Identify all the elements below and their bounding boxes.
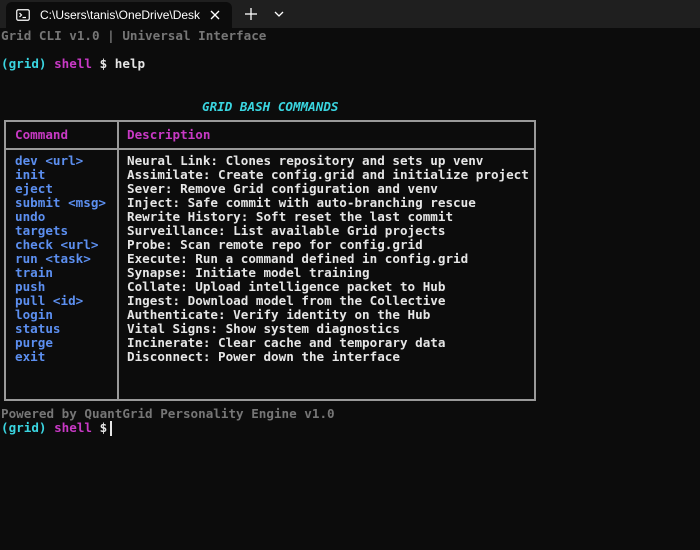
prompt-symbol: $ — [99, 56, 108, 71]
header-command: Command — [15, 127, 69, 142]
terminal-tab[interactable]: C:\Users\tanis\OneDrive\Desk — [6, 2, 232, 28]
chevron-down-icon[interactable] — [273, 8, 285, 20]
prompt-command: help — [114, 56, 146, 71]
command-description: Surveillance: List available Grid projec… — [127, 223, 446, 238]
tab-title: C:\Users\tanis\OneDrive\Desk — [40, 8, 200, 22]
command-description: Vital Signs: Show system diagnostics — [127, 321, 400, 336]
command-name: status — [15, 321, 61, 336]
prompt-context: (grid) — [1, 420, 47, 435]
command-description: Authenticate: Verify identity on the Hub — [127, 307, 431, 322]
command-name: run <task> — [15, 251, 91, 266]
command-name: train — [15, 265, 53, 280]
command-description: Execute: Run a command defined in config… — [127, 251, 469, 266]
command-name: push — [15, 279, 46, 294]
command-description: Disconnect: Power down the interface — [127, 349, 400, 364]
command-name: check <url> — [15, 237, 99, 252]
terminal-output[interactable]: Grid CLI v1.0 | Universal Interface (gri… — [0, 28, 700, 550]
table-row: train Synapse: Initiate model training — [6, 266, 534, 280]
terminal-icon — [16, 8, 30, 22]
command-description: Sever: Remove Grid configuration and ven… — [127, 181, 438, 196]
header-description: Description — [127, 127, 211, 142]
command-name: init — [15, 167, 46, 182]
table-header-divider — [6, 148, 534, 150]
table-row: targets Surveillance: List available Grid… — [6, 224, 534, 238]
table-row: pull <id> Ingest: Download model from the… — [6, 294, 534, 308]
prompt-context: (grid) — [1, 56, 47, 71]
command-name: submit <msg> — [15, 195, 106, 210]
command-description: Rewrite History: Soft reset the last com… — [127, 209, 454, 224]
prompt-line: (grid) shell $ help — [1, 56, 145, 72]
command-description: Synapse: Initiate model training — [127, 265, 370, 280]
close-icon[interactable] — [208, 8, 222, 22]
table-row: run <task> Execute: Run a command defined… — [6, 252, 534, 266]
command-name: pull <id> — [15, 293, 84, 308]
command-description: Collate: Upload intelligence packet to H… — [127, 279, 446, 294]
command-description: Neural Link: Clones repository and sets … — [127, 153, 484, 168]
text-cursor[interactable] — [110, 421, 113, 436]
command-name: exit — [15, 349, 46, 364]
command-name: undo — [15, 209, 46, 224]
input-prompt-line[interactable]: (grid) shell $ — [1, 420, 113, 436]
table-row: submit <msg> Inject: Safe commit with aut… — [6, 196, 534, 210]
table-row: push Collate: Upload intelligence packet … — [6, 280, 534, 294]
table-row: purge Incinerate: Clear cache and tempora… — [6, 336, 534, 350]
table-row: login Authenticate: Verify identity on th… — [6, 308, 534, 322]
table-row: undo Rewrite History: Soft reset the last… — [6, 210, 534, 224]
command-name: dev <url> — [15, 153, 84, 168]
table-body: dev <url> Neural Link: Clones repository … — [6, 154, 534, 364]
table-row: eject Sever: Remove Grid configuration an… — [6, 182, 534, 196]
command-description: Incinerate: Clear cache and temporary da… — [127, 335, 446, 350]
command-name: targets — [15, 223, 69, 238]
commands-table: Command Description dev <url> Neural Link… — [4, 120, 536, 401]
banner-text: Grid CLI v1.0 | Universal Interface — [1, 28, 267, 43]
table-row: dev <url> Neural Link: Clones repository … — [6, 154, 534, 168]
table-row: exit Disconnect: Power down the interface — [6, 350, 534, 364]
prompt-shell: shell — [54, 56, 93, 71]
command-name: purge — [15, 335, 53, 350]
command-description: Inject: Safe commit with auto-branching … — [127, 195, 476, 210]
table-row: status Vital Signs: Show system diagnosti… — [6, 322, 534, 336]
command-description: Ingest: Download model from the Collecti… — [127, 293, 446, 308]
command-description: Assimilate: Create config.grid and initi… — [127, 167, 529, 182]
prompt-shell: shell — [54, 420, 93, 435]
title-bar: C:\Users\tanis\OneDrive\Desk — [0, 0, 700, 28]
prompt-symbol: $ — [99, 420, 108, 435]
table-row: init Assimilate: Create config.grid and i… — [6, 168, 534, 182]
command-name: eject — [15, 181, 53, 196]
plus-icon[interactable] — [243, 6, 259, 22]
table-row: check <url> Probe: Scan remote repo for c… — [6, 238, 534, 252]
command-description: Probe: Scan remote repo for config.grid — [127, 237, 423, 252]
command-name: login — [15, 307, 53, 322]
table-title: GRID BASH COMMANDS — [202, 99, 339, 114]
